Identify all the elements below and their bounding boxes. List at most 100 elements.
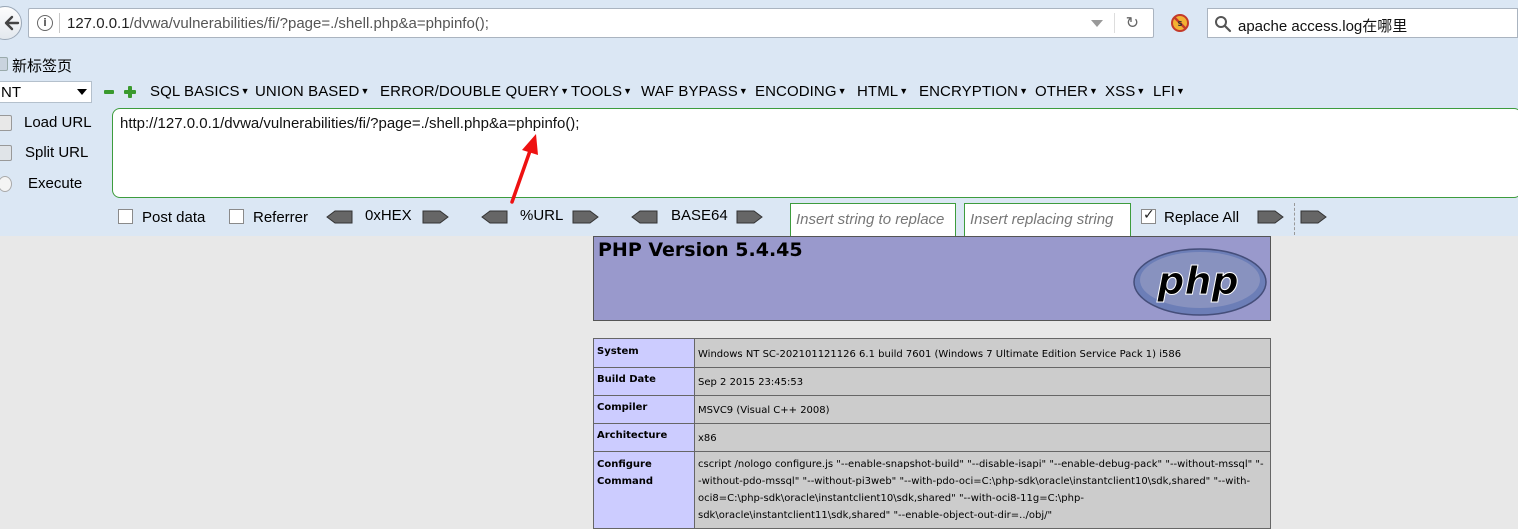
search-bar[interactable]: apache access.log在哪里	[1207, 8, 1518, 38]
hackbar-select-value: NT	[1, 84, 21, 101]
caret-icon: ▼	[738, 86, 748, 96]
menu-sql-basics[interactable]: SQL BASICS▼	[150, 83, 250, 100]
row-key: System	[593, 338, 695, 368]
replace-arrow-icon[interactable]	[1257, 210, 1285, 224]
hex-label: 0xHEX	[365, 207, 412, 224]
minus-icon[interactable]	[104, 90, 114, 94]
info-icon[interactable]: i	[37, 15, 53, 31]
hackbar-options: Post data Referrer 0xHEX %URL BASE64 Ins…	[0, 203, 1518, 237]
post-data-label: Post data	[142, 209, 206, 226]
menu-lfi[interactable]: LFI▼	[1153, 83, 1185, 100]
base64-decode-arrow-icon[interactable]	[630, 210, 658, 224]
hex-encode-arrow-icon[interactable]	[422, 210, 450, 224]
table-row: Build Date Sep 2 2015 23:45:53	[593, 367, 1271, 396]
row-key: Configure Command	[593, 451, 695, 529]
reload-icon[interactable]: ↻	[1126, 13, 1139, 32]
replace-all-checkbox[interactable]	[1141, 207, 1156, 224]
chevron-down-icon	[77, 89, 87, 95]
reload-separator	[1114, 13, 1115, 33]
menu-label: LFI	[1153, 83, 1175, 100]
php-logo: php	[1133, 248, 1267, 316]
hex-decode-arrow-icon[interactable]	[325, 210, 353, 224]
caret-icon: ▼	[899, 86, 909, 96]
execute-icon	[0, 176, 12, 192]
caret-icon: ▼	[1089, 86, 1099, 96]
history-dropdown-icon[interactable]	[1091, 20, 1103, 27]
menu-label: SQL BASICS	[150, 83, 240, 100]
table-row: System Windows NT SC-202101121126 6.1 bu…	[593, 338, 1271, 368]
hackbar-url-textarea[interactable]: http://127.0.0.1/dvwa/vulnerabilities/fi…	[112, 108, 1518, 198]
row-key: Compiler	[593, 395, 695, 424]
url-host: 127.0.0.1	[67, 15, 130, 32]
php-logo-text: php	[1156, 259, 1238, 303]
table-row: Configure Command cscript /nologo config…	[593, 451, 1271, 529]
url-encode-arrow-icon[interactable]	[572, 210, 600, 224]
menu-label: WAF BYPASS	[641, 83, 738, 100]
php-version-title: PHP Version 5.4.45	[598, 239, 803, 261]
address-url[interactable]: 127.0.0.1/dvwa/vulnerabilities/fi/?page=…	[67, 15, 489, 32]
replacing-string-input[interactable]: Insert replacing string	[964, 203, 1131, 237]
search-query[interactable]: apache access.log在哪里	[1238, 15, 1407, 36]
url-decode-arrow-icon[interactable]	[480, 210, 508, 224]
menu-label: OTHER	[1035, 83, 1088, 100]
menu-label: UNION BASED	[255, 83, 360, 100]
row-key: Build Date	[593, 367, 695, 396]
row-value: MSVC9 (Visual C++ 2008)	[694, 395, 1271, 424]
caret-icon: ▼	[360, 86, 370, 96]
menu-other[interactable]: OTHER▼	[1035, 83, 1098, 100]
menu-html[interactable]: HTML▼	[857, 83, 908, 100]
bookmark-new-tab[interactable]: 新标签页	[12, 55, 72, 76]
hackbar-select[interactable]: NT	[0, 81, 92, 103]
url-encode-label: %URL	[520, 207, 564, 224]
referrer-checkbox[interactable]	[229, 209, 244, 224]
menu-xss[interactable]: XSS▼	[1105, 83, 1145, 100]
caret-icon: ▼	[1175, 86, 1185, 96]
replace-next-arrow-icon[interactable]	[1300, 210, 1328, 224]
page-icon	[0, 57, 8, 71]
table-row: Architecture x86	[593, 423, 1271, 452]
menu-error-double-query[interactable]: ERROR/DOUBLE QUERY▼	[380, 83, 569, 100]
url-path: /dvwa/vulnerabilities/fi/?page=./shell.p…	[129, 15, 489, 32]
row-value: Windows NT SC-202101121126 6.1 build 760…	[694, 338, 1271, 368]
menu-label: ERROR/DOUBLE QUERY	[380, 83, 560, 100]
base64-label: BASE64	[671, 207, 728, 224]
load-url-icon	[0, 115, 12, 131]
plus-icon[interactable]	[124, 86, 136, 98]
row-key: Architecture	[593, 423, 695, 452]
execute-label: Execute	[28, 175, 83, 192]
browser-chrome: i 127.0.0.1/dvwa/vulnerabilities/fi/?pag…	[0, 0, 1518, 237]
menu-encryption[interactable]: ENCRYPTION▼	[919, 83, 1028, 100]
menu-union-based[interactable]: UNION BASED▼	[255, 83, 369, 100]
noscript-icon[interactable]: S	[1170, 13, 1190, 33]
base64-encode-arrow-icon[interactable]	[736, 210, 764, 224]
menu-label: XSS	[1105, 83, 1136, 100]
menu-encoding[interactable]: ENCODING▼	[755, 83, 847, 100]
post-data-checkbox[interactable]	[118, 209, 133, 224]
load-url-label: Load URL	[24, 114, 92, 131]
search-icon	[1215, 16, 1232, 33]
menu-waf-bypass[interactable]: WAF BYPASS▼	[641, 83, 748, 100]
svg-text:S: S	[1177, 20, 1182, 28]
row-value: x86	[694, 423, 1271, 452]
menu-label: TOOLS	[571, 83, 623, 100]
navigation-bar: i 127.0.0.1/dvwa/vulnerabilities/fi/?pag…	[0, 0, 1518, 48]
back-button[interactable]	[0, 6, 22, 40]
table-row: Compiler MSVC9 (Visual C++ 2008)	[593, 395, 1271, 424]
caret-icon: ▼	[1019, 86, 1029, 96]
split-url-icon	[0, 145, 12, 161]
row-value: cscript /nologo configure.js "--enable-s…	[694, 451, 1271, 529]
menu-label: HTML	[857, 83, 899, 100]
phpinfo-table: System Windows NT SC-202101121126 6.1 bu…	[593, 338, 1271, 529]
referrer-label: Referrer	[253, 209, 309, 226]
address-bar[interactable]: i 127.0.0.1/dvwa/vulnerabilities/fi/?pag…	[28, 8, 1154, 38]
menu-tools[interactable]: TOOLS▼	[571, 83, 632, 100]
back-arrow-icon	[4, 15, 20, 31]
replace-string-input[interactable]: Insert string to replace	[790, 203, 956, 237]
caret-icon: ▼	[1136, 86, 1146, 96]
page-content: PHP Version 5.4.45 php System Windows NT…	[0, 236, 1518, 529]
hackbar-menu: NT SQL BASICS▼ UNION BASED▼ ERROR/DOUBLE…	[0, 81, 1518, 105]
caret-icon: ▼	[623, 86, 633, 96]
caret-icon: ▼	[240, 86, 250, 96]
address-separator	[59, 13, 60, 33]
toolbar-separator	[1294, 203, 1295, 235]
